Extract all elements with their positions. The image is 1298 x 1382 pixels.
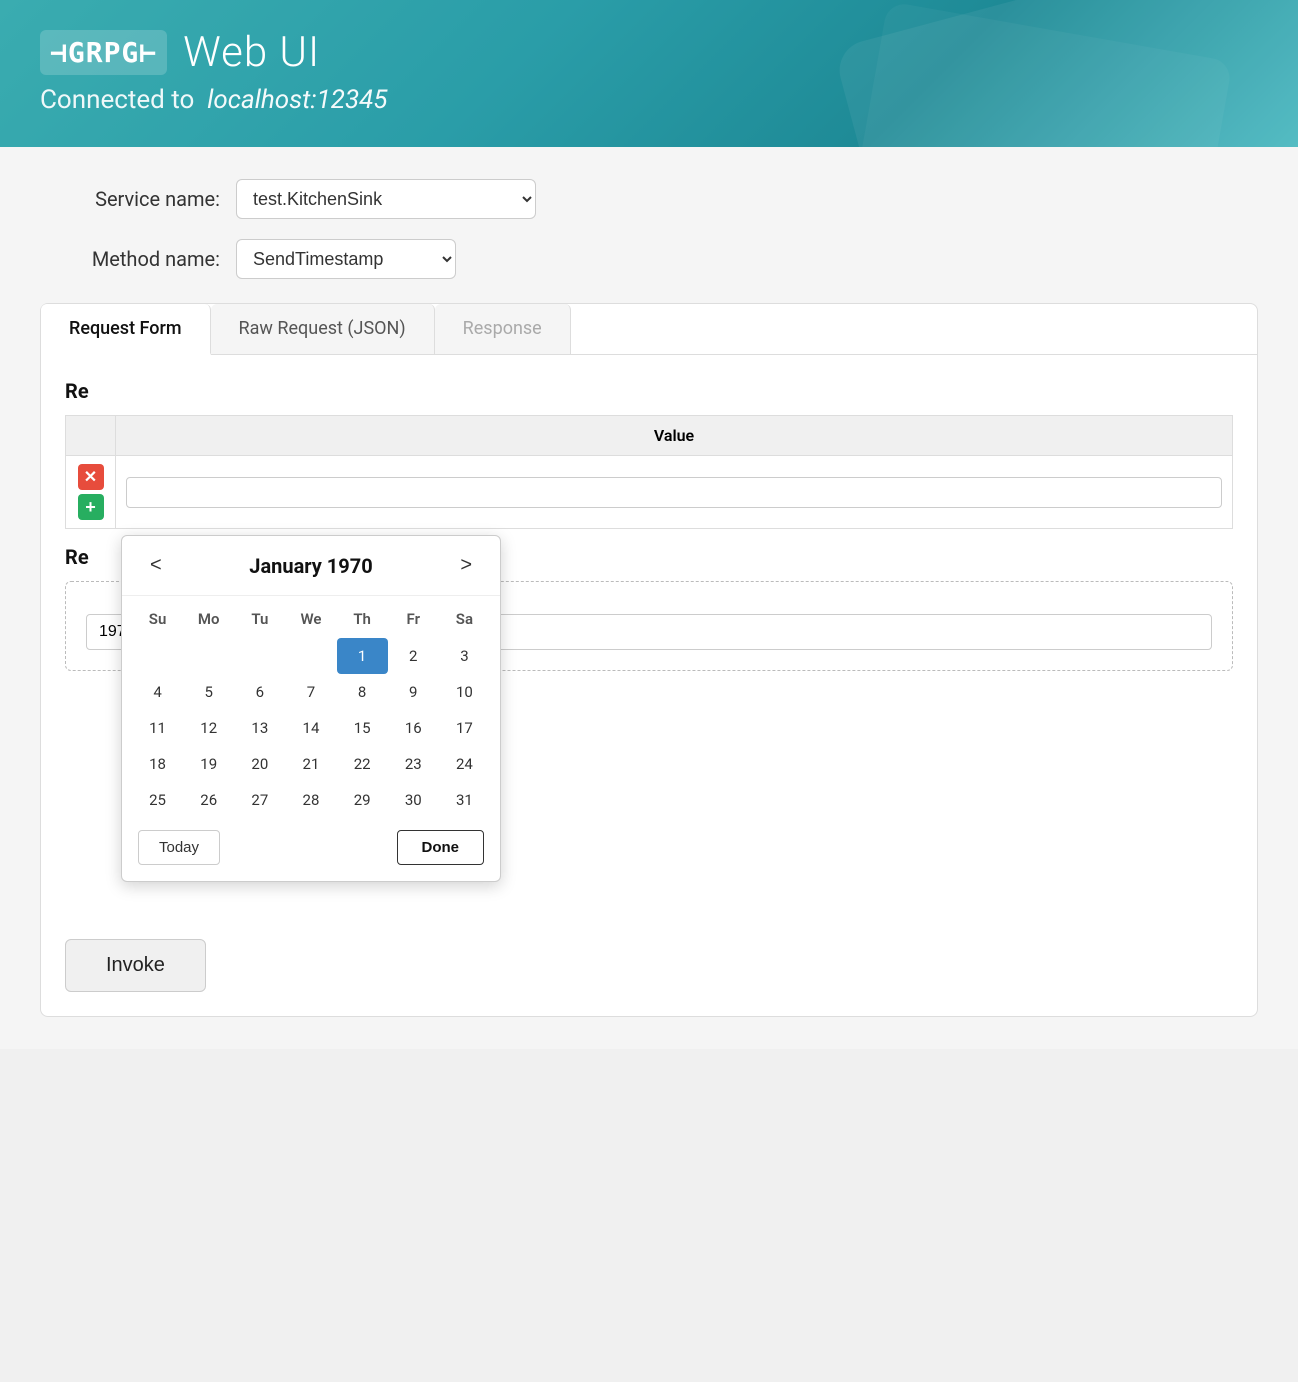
calendar-footer: Today Done <box>122 818 500 869</box>
cal-day-4[interactable]: 4 <box>132 674 183 710</box>
cal-day-5[interactable]: 5 <box>183 674 234 710</box>
cal-day-19[interactable]: 19 <box>183 746 234 782</box>
method-field-row: Method name: SendTimestamp <box>40 239 1258 279</box>
cal-day-25[interactable]: 25 <box>132 782 183 818</box>
value-input[interactable] <box>126 477 1222 508</box>
cal-day-24[interactable]: 24 <box>439 746 490 782</box>
remove-row-button[interactable]: ✕ <box>78 464 104 490</box>
add-row-button[interactable]: + <box>78 494 104 520</box>
weekday-th: Th <box>337 604 388 634</box>
cal-day-18[interactable]: 18 <box>132 746 183 782</box>
col-actions <box>66 416 116 456</box>
calendar-weekdays: Su Mo Tu We Th Fr Sa <box>132 604 490 634</box>
cal-day-15[interactable]: 15 <box>337 710 388 746</box>
header: ⊣GRPG⊢ Web UI Connected to localhost:123… <box>0 0 1298 147</box>
weekday-fr: Fr <box>388 604 439 634</box>
cal-day-27[interactable]: 27 <box>234 782 285 818</box>
cal-day-empty-2 <box>183 638 234 674</box>
tab-content-request-form: Re Value <box>41 355 1257 1016</box>
weekday-su: Su <box>132 604 183 634</box>
cal-day-2[interactable]: 2 <box>388 638 439 674</box>
cal-day-28[interactable]: 28 <box>285 782 336 818</box>
calendar-days: 1 2 3 4 5 6 7 8 9 10 11 12 13 <box>132 638 490 818</box>
cal-day-8[interactable]: 8 <box>337 674 388 710</box>
col-value: Value <box>116 416 1233 456</box>
main-content: Service name: test.KitchenSink Method na… <box>0 147 1298 1049</box>
method-label: Method name: <box>40 247 220 271</box>
calendar-header: < January 1970 > <box>122 536 500 596</box>
cal-day-9[interactable]: 9 <box>388 674 439 710</box>
method-select[interactable]: SendTimestamp <box>236 239 456 279</box>
calendar-today-button[interactable]: Today <box>138 830 220 865</box>
tab-raw-request[interactable]: Raw Request (JSON) <box>211 304 435 354</box>
connection-label: Connected to <box>40 85 194 115</box>
weekday-tu: Tu <box>234 604 285 634</box>
grpc-logo: ⊣GRPG⊢ <box>40 30 167 75</box>
service-field-row: Service name: test.KitchenSink <box>40 179 1258 219</box>
weekday-we: We <box>285 604 336 634</box>
cal-day-29[interactable]: 29 <box>337 782 388 818</box>
cal-day-16[interactable]: 16 <box>388 710 439 746</box>
table-cell-actions: ✕ + <box>66 456 116 529</box>
invoke-button[interactable]: Invoke <box>65 939 206 992</box>
tab-request-form[interactable]: Request Form <box>41 304 211 355</box>
table-cell-value <box>116 456 1233 529</box>
cal-day-empty-4 <box>285 638 336 674</box>
calendar-grid: Su Mo Tu We Th Fr Sa 1 <box>122 596 500 818</box>
cal-day-30[interactable]: 30 <box>388 782 439 818</box>
weekday-mo: Mo <box>183 604 234 634</box>
calendar-prev-button[interactable]: < <box>140 550 172 581</box>
cal-day-31[interactable]: 31 <box>439 782 490 818</box>
tab-bar: Request Form Raw Request (JSON) Response <box>41 304 1257 355</box>
weekday-sa: Sa <box>439 604 490 634</box>
cal-day-empty-3 <box>234 638 285 674</box>
calendar-popup: < January 1970 > Su Mo Tu We Th Fr <box>121 535 501 882</box>
cal-day-empty-1 <box>132 638 183 674</box>
cal-day-1[interactable]: 1 <box>337 638 388 674</box>
header-title-row: ⊣GRPG⊢ Web UI <box>40 28 1258 77</box>
tab-response[interactable]: Response <box>435 304 571 354</box>
cal-day-20[interactable]: 20 <box>234 746 285 782</box>
cal-day-13[interactable]: 13 <box>234 710 285 746</box>
cal-day-10[interactable]: 10 <box>439 674 490 710</box>
cal-day-6[interactable]: 6 <box>234 674 285 710</box>
cal-day-14[interactable]: 14 <box>285 710 336 746</box>
service-select[interactable]: test.KitchenSink <box>236 179 536 219</box>
cal-day-22[interactable]: 22 <box>337 746 388 782</box>
table-row: ✕ + <box>66 456 1233 529</box>
header-subtitle: Connected to localhost:12345 <box>40 85 1258 115</box>
request-section-title: Re <box>65 379 1233 403</box>
cal-day-7[interactable]: 7 <box>285 674 336 710</box>
request-table: Value ✕ + <box>65 415 1233 529</box>
invoke-area: Invoke <box>65 931 1233 992</box>
calendar-done-button[interactable]: Done <box>397 830 485 865</box>
calendar-month-title: January 1970 <box>249 554 372 578</box>
cal-day-3[interactable]: 3 <box>439 638 490 674</box>
cal-day-21[interactable]: 21 <box>285 746 336 782</box>
cal-day-12[interactable]: 12 <box>183 710 234 746</box>
cal-day-23[interactable]: 23 <box>388 746 439 782</box>
cal-day-11[interactable]: 11 <box>132 710 183 746</box>
app-title: Web UI <box>183 28 320 77</box>
service-label: Service name: <box>40 187 220 211</box>
calendar-next-button[interactable]: > <box>450 550 482 581</box>
cal-day-17[interactable]: 17 <box>439 710 490 746</box>
tab-panel: Request Form Raw Request (JSON) Response… <box>40 303 1258 1017</box>
cal-day-26[interactable]: 26 <box>183 782 234 818</box>
grpc-logo-text: ⊣GRPG⊢ <box>50 36 157 69</box>
connection-host: localhost:12345 <box>207 85 387 115</box>
table-header-row: Value <box>66 416 1233 456</box>
